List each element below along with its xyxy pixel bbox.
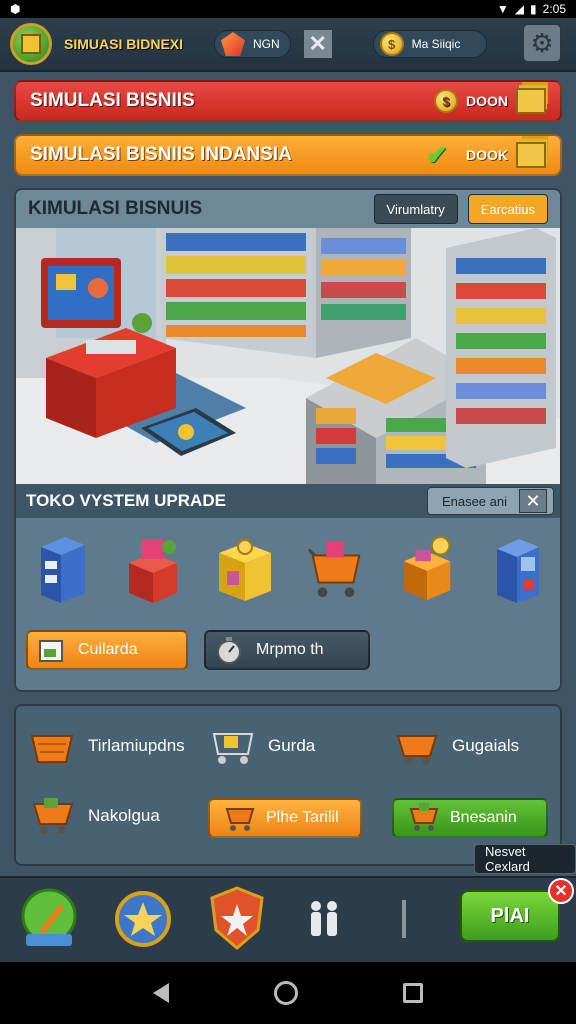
home-icon[interactable] — [273, 981, 298, 1005]
close-resource-icon[interactable]: ✕ — [302, 29, 333, 59]
plhe-tarilil-label: Plhe Tarilil — [266, 809, 339, 826]
coin-icon: $ — [434, 89, 458, 113]
shopping-cart-icon — [307, 541, 361, 598]
recent-apps-icon[interactable] — [403, 983, 424, 1003]
upgrade-item-yellow-box[interactable] — [213, 533, 275, 605]
shop-item-label: Gugaials — [452, 736, 520, 755]
basket-icon — [28, 726, 76, 766]
gem-value: NGN — [253, 37, 280, 51]
gear-icon: ⚙ — [530, 27, 554, 58]
atm-machine-icon — [497, 539, 540, 603]
bnesanin-button[interactable]: Bnesanin — [392, 798, 548, 838]
star-badge-icon[interactable] — [114, 890, 172, 948]
store-scene-svg — [16, 228, 560, 484]
banner-value: DOOK — [466, 147, 508, 163]
red-stall-icon — [128, 539, 177, 603]
close-icon[interactable]: ✕ — [519, 489, 547, 513]
store-scene-illustration[interactable] — [16, 228, 560, 484]
upgrade-item-shopping-cart[interactable] — [305, 533, 367, 605]
shop-item-label: Gurda — [268, 736, 316, 755]
carrot-badge-icon[interactable] — [18, 886, 80, 954]
cart-icon — [28, 796, 76, 836]
nav-divider — [402, 900, 406, 938]
banner-simulasi-bisnis[interactable]: SIMULASI BISNIIS $ DOON — [14, 80, 562, 122]
shop-item-gurda[interactable]: Gurda — [208, 726, 315, 766]
upgrade-item-red-stall[interactable] — [122, 533, 184, 605]
gem-counter[interactable]: NGN — [214, 30, 291, 58]
settings-button[interactable]: ⚙ — [522, 23, 562, 63]
treasure-box-icon — [403, 536, 451, 600]
shop-item-tirlamiupdns[interactable]: Tirlamiupdns — [28, 726, 185, 766]
game-title: SIMUASI BIDNEXI — [64, 36, 184, 52]
game-logo-icon[interactable] — [10, 23, 52, 65]
plhe-tarilil-button[interactable]: Plhe Tarilil — [208, 798, 362, 838]
stopwatch-icon — [214, 635, 244, 665]
panel-button-row: Cuilarda Mrpmo th — [26, 630, 370, 670]
wifi-icon: ▼ — [496, 2, 509, 16]
mrpmo-button[interactable]: Mrpmo th — [204, 630, 370, 670]
coin-counter[interactable]: $ Ma Siiqic — [372, 30, 487, 58]
tab-virumlatry[interactable]: Virumlatry — [373, 194, 458, 224]
tab-earcatius[interactable]: Earcatius — [467, 194, 548, 224]
bnesanin-label: Bnesanin — [450, 809, 517, 826]
shield-icon[interactable] — [208, 886, 266, 952]
status-bar: ⬢ ▼ ◢ ▮ 2:05 — [0, 0, 576, 18]
cart-icon — [222, 798, 256, 838]
upgrade-items-row — [16, 524, 560, 614]
top-bar: SIMUASI BIDNEXI NGN ✕ $ Ma Siiqic ⚙ — [0, 18, 576, 72]
upgrade-bar: TOKO VYSTEM UPRADE Enasee ani ✕ — [16, 484, 560, 518]
upgrade-item-blue-cabinet[interactable] — [31, 533, 93, 605]
shop-item-nakolgua[interactable]: Nakolgua — [28, 796, 160, 836]
upgrade-search-label: Enasee ani — [441, 493, 507, 509]
notification-icon: ⬢ — [10, 2, 21, 16]
check-icon: ✔ — [426, 140, 448, 170]
banner-label: SIMULASI BISNIIS INDANSIA — [30, 144, 292, 165]
upgrade-item-treasure-box[interactable] — [396, 533, 458, 605]
signal-icon: ◢ — [514, 2, 525, 16]
tooltip: Nesvet Cexlard — [474, 844, 576, 874]
shop-item-gugaials[interactable]: Gugaials — [392, 726, 519, 766]
people-icon[interactable] — [304, 898, 344, 942]
cart-icon — [392, 726, 440, 766]
cart-icon — [406, 798, 440, 838]
shop-items-panel: Tirlamiupdns Gurda Gugaials Nakolgua Plh… — [14, 704, 562, 866]
coin-icon: $ — [379, 32, 404, 56]
cash-stack-icon — [516, 88, 546, 114]
shop-item-label: Nakolgua — [88, 806, 160, 825]
system-nav-bar — [0, 962, 576, 1024]
cuilarda-label: Cuilarda — [78, 641, 138, 658]
store-panel: KIMULASI BISNUIS Virumlatry Earcatius TO… — [14, 188, 562, 692]
cash-stack-icon — [516, 142, 546, 168]
banner-label: SIMULASI BISNIIS — [30, 90, 195, 111]
play-button[interactable]: PlAI — [460, 890, 560, 942]
cart-icon — [208, 726, 256, 766]
yellow-box-icon — [219, 539, 272, 601]
panel-header: KIMULASI BISNUIS Virumlatry Earcatius — [16, 190, 560, 228]
upgrade-item-atm-machine[interactable] — [487, 533, 549, 605]
gem-icon — [221, 32, 245, 56]
back-icon[interactable] — [152, 983, 169, 1003]
shop-item-label: Tirlamiupdns — [88, 736, 185, 755]
coin-value: Ma Siiqic — [411, 37, 461, 51]
blue-cabinet-icon — [40, 537, 85, 603]
upgrade-title: TOKO VYSTEM UPRADE — [26, 491, 226, 510]
shop-box-icon — [36, 635, 66, 665]
battery-icon: ▮ — [530, 2, 537, 16]
banner-simulasi-bisnis-indonesia[interactable]: SIMULASI BISNIIS INDANSIA ✔ DOOK — [14, 134, 562, 176]
panel-title: KIMULASI BISNUIS — [28, 198, 203, 219]
mrpmo-label: Mrpmo th — [256, 641, 324, 658]
cuilarda-button[interactable]: Cuilarda — [26, 630, 188, 670]
close-icon[interactable]: ✕ — [548, 878, 574, 904]
upgrade-search-box[interactable]: Enasee ani ✕ — [426, 487, 554, 515]
banner-value: DOON — [466, 93, 508, 109]
status-time: 2:05 — [542, 2, 566, 16]
